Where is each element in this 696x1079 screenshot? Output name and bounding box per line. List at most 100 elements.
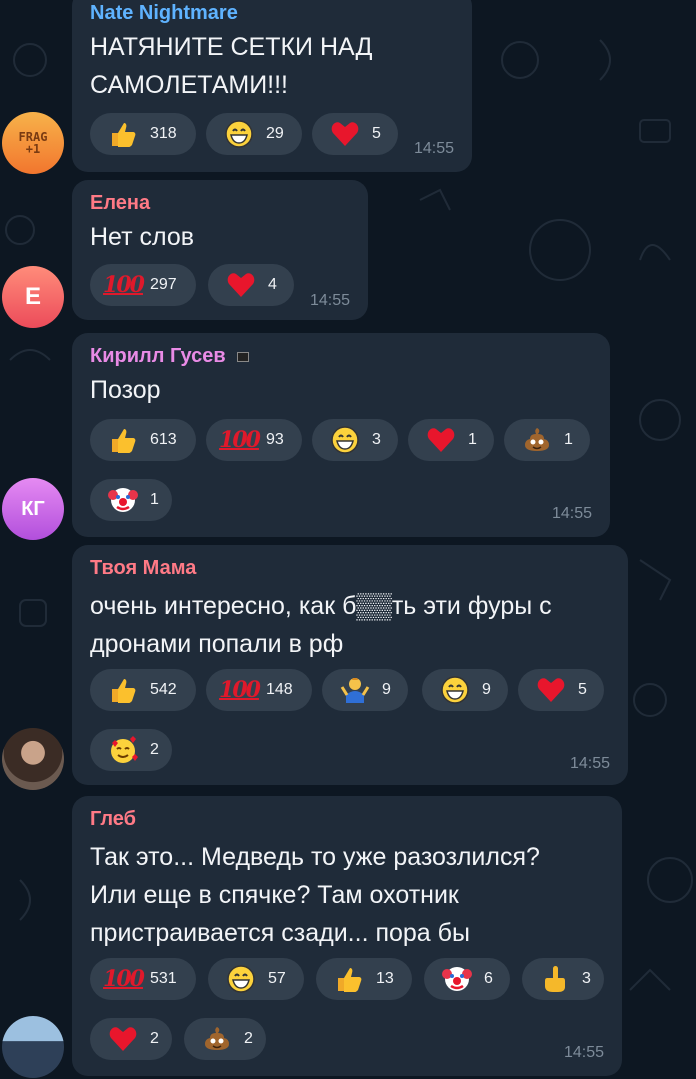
reaction-count: 5 (578, 681, 587, 698)
reaction-heart[interactable]: 4 (208, 264, 294, 306)
reaction-count: 531 (150, 970, 177, 987)
reaction-count: 57 (268, 970, 286, 987)
sender-name[interactable]: Твоя Мама (90, 557, 196, 580)
heart-icon (106, 1022, 140, 1056)
thumbs-up-icon (332, 962, 366, 996)
grinning-face-icon (222, 117, 256, 151)
reaction-count: 2 (150, 1030, 159, 1047)
sender-name[interactable]: Nate Nightmare (90, 2, 238, 25)
reaction-grinning[interactable]: 57 (208, 958, 304, 1000)
user-avatar[interactable]: КГ (2, 478, 64, 540)
reaction-count: 1 (468, 431, 477, 448)
reaction-count: 2 (150, 741, 159, 758)
heart-icon (224, 268, 258, 302)
message-time: 14:55 (309, 292, 350, 309)
message-line: дронами попали в рф (90, 630, 344, 658)
poop-icon (200, 1022, 234, 1056)
avatar-label: КГ (21, 497, 45, 520)
message-bubble[interactable]: Кирилл Гусев Позор 613 100 93 3 1 1 1 14… (72, 333, 610, 537)
message-bubble[interactable]: Твоя Мама очень интересно, как б▒▒ть эти… (72, 545, 628, 785)
hundred-points-icon: 100 (103, 272, 145, 298)
reaction-hundred[interactable]: 100 148 (206, 669, 312, 711)
reaction-smiling-hearts[interactable]: 2 (90, 729, 172, 771)
clown-face-icon (106, 483, 140, 517)
person-shrugging-icon (338, 673, 372, 707)
heart-icon (424, 423, 458, 457)
message-time: 14:55 (563, 1044, 604, 1061)
sender-name-text: Кирилл Гусев (90, 345, 226, 367)
reaction-count: 3 (582, 970, 591, 987)
reaction-heart[interactable]: 1 (408, 419, 494, 461)
message-text: Нет слов (90, 218, 194, 256)
hundred-points-icon: 100 (103, 966, 145, 992)
reaction-poop[interactable]: 1 (504, 419, 590, 461)
reaction-shrug[interactable]: 9 (322, 669, 408, 711)
reaction-count: 9 (482, 681, 491, 698)
message-time: 14:55 (551, 505, 592, 522)
message-line: Или еще в спячке? Там охотник (90, 881, 459, 909)
thumbs-up-icon (106, 117, 140, 151)
message-bubble[interactable]: Nate Nightmare НАТЯНИТЕ СЕТКИ НАД САМОЛЕ… (72, 0, 472, 172)
avatar-label: Е (24, 283, 41, 310)
reaction-count: 4 (268, 276, 277, 293)
reaction-hundred[interactable]: 100 93 (206, 419, 302, 461)
grinning-face-icon (438, 673, 472, 707)
grinning-face-icon (224, 962, 258, 996)
reaction-count: 613 (150, 431, 177, 448)
hundred-points-icon: 100 (219, 427, 261, 453)
smiling-face-hearts-icon (106, 733, 140, 767)
reaction-heart[interactable]: 5 (518, 669, 604, 711)
reaction-grinning[interactable]: 9 (422, 669, 508, 711)
reaction-hundred[interactable]: 100 297 (90, 264, 196, 306)
sender-name[interactable]: Елена (90, 192, 150, 215)
heart-icon (534, 673, 568, 707)
reaction-count: 148 (266, 681, 293, 698)
reaction-count: 13 (376, 970, 394, 987)
reaction-clown[interactable]: 6 (424, 958, 510, 1000)
clown-face-icon (440, 962, 474, 996)
message-line: Нет слов (90, 223, 195, 251)
reaction-count: 1 (564, 431, 573, 448)
message-time: 14:55 (569, 755, 610, 772)
reaction-count: 5 (372, 125, 381, 142)
reaction-grinning[interactable]: 3 (312, 419, 398, 461)
reaction-count: 29 (266, 125, 284, 142)
user-avatar[interactable] (2, 728, 64, 790)
reaction-heart[interactable]: 5 (312, 113, 398, 155)
reaction-count: 542 (150, 681, 177, 698)
flag-icon (237, 351, 250, 362)
middle-finger-icon (538, 962, 572, 996)
message-text: Позор (90, 371, 161, 409)
reaction-count: 3 (372, 431, 381, 448)
reaction-count: 318 (150, 125, 177, 142)
sender-name[interactable]: Кирилл Гусев (90, 345, 250, 368)
message-text: Так это... Медведь то уже разозлился? Ил… (90, 838, 540, 952)
reaction-poop[interactable]: 2 (184, 1018, 266, 1060)
avatar-label: FRAG +1 (18, 130, 48, 156)
reaction-thumbs-up[interactable]: 318 (90, 113, 196, 155)
message-line: пристраивается сзади... пора бы (90, 919, 470, 947)
reaction-clown[interactable]: 1 (90, 479, 172, 521)
thumbs-up-icon (106, 423, 140, 457)
message-line: очень интересно, как б▒▒ть эти фуры с (90, 592, 552, 620)
message-bubble[interactable]: Глеб Так это... Медведь то уже разозлилс… (72, 796, 622, 1076)
reaction-thumbs-up[interactable]: 542 (90, 669, 196, 711)
reaction-hundred[interactable]: 100 531 (90, 958, 196, 1000)
hundred-points-icon: 100 (219, 677, 261, 703)
reaction-thumbs-up[interactable]: 13 (316, 958, 412, 1000)
reaction-middle-finger[interactable]: 3 (522, 958, 604, 1000)
grinning-face-icon (328, 423, 362, 457)
reaction-thumbs-up[interactable]: 613 (90, 419, 196, 461)
reaction-count: 93 (266, 431, 284, 448)
message-line: Позор (90, 376, 161, 404)
message-bubble[interactable]: Елена Нет слов 100 297 4 14:55 (72, 180, 368, 320)
reaction-count: 2 (244, 1030, 253, 1047)
user-avatar[interactable]: FRAG +1 (2, 112, 64, 174)
reaction-grinning[interactable]: 29 (206, 113, 302, 155)
message-line: Так это... Медведь то уже разозлился? (90, 843, 540, 871)
sender-name[interactable]: Глеб (90, 808, 136, 831)
reaction-heart[interactable]: 2 (90, 1018, 172, 1060)
user-avatar[interactable]: Е (2, 266, 64, 328)
user-avatar[interactable] (2, 1016, 64, 1078)
poop-icon (520, 423, 554, 457)
